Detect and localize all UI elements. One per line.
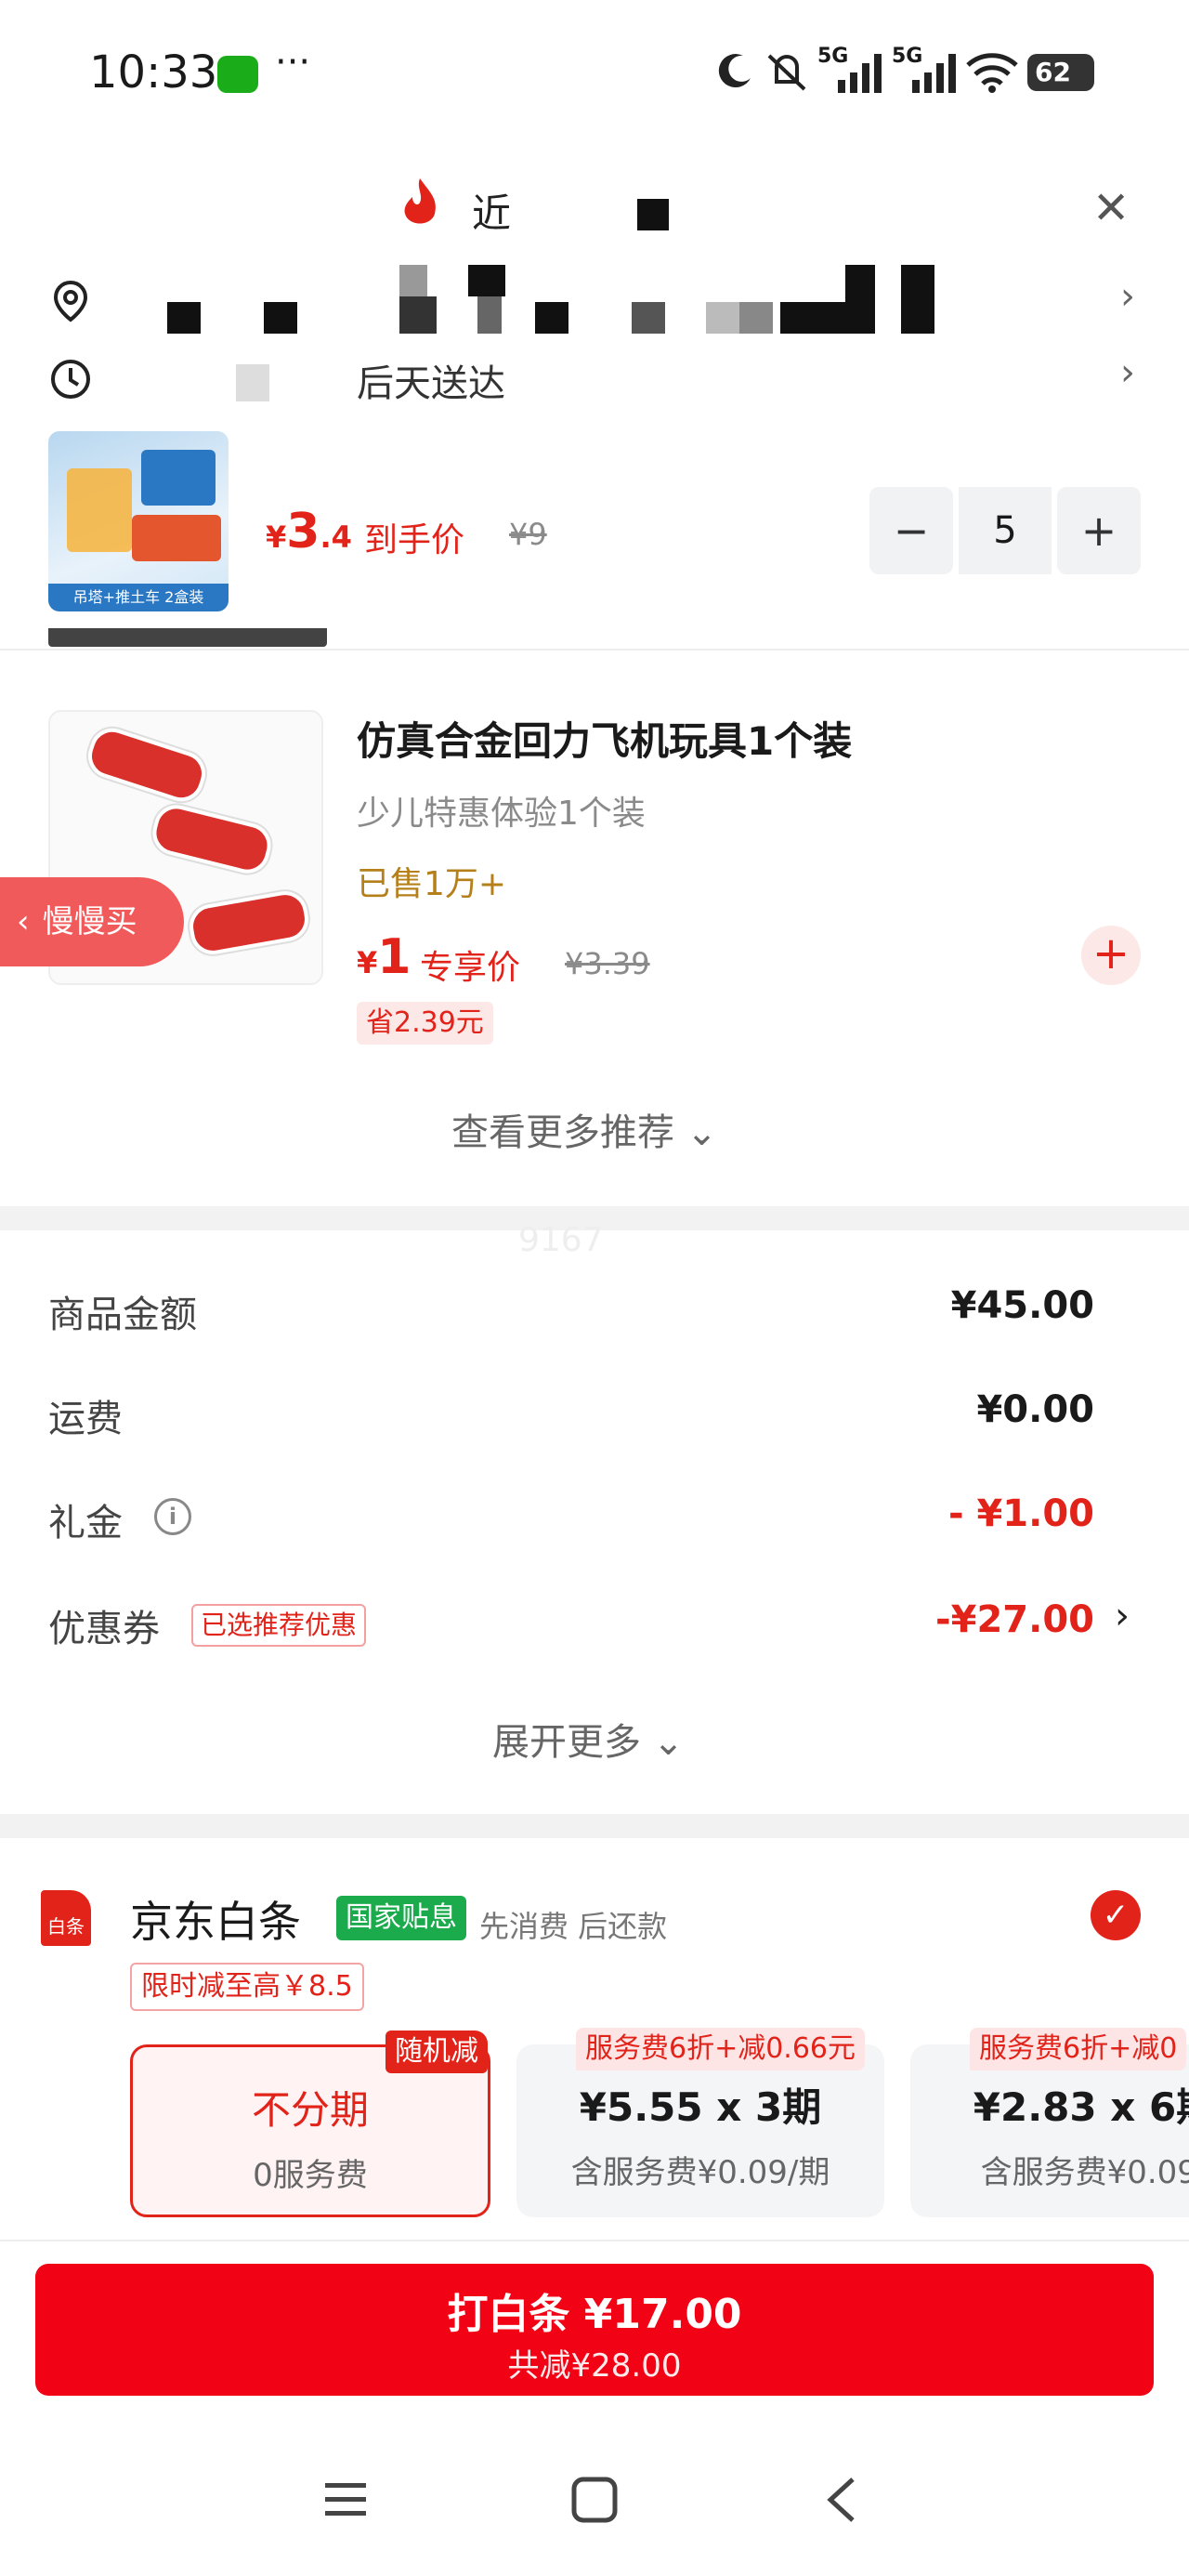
plan-main-text: ¥5.55 x 3期 [579,2084,822,2130]
plan-sub-text: 含服务费¥0.09/ [980,2154,1189,2191]
random-discount-tag: 随机减 [385,2031,488,2073]
cart-price: ¥3.4 [266,504,352,559]
watermark: 9167 [518,1221,604,1259]
plan-no-installment[interactable]: 随机减 不分期 0服务费 [130,2031,490,2217]
battery-indicator: 62 [1027,54,1094,91]
cart-price-label: 到手价 [364,521,465,559]
home-icon[interactable] [570,2476,619,2524]
recommend-price-symbol: ¥ [357,945,378,980]
info-icon[interactable]: i [154,1498,191,1535]
recommend-price-value: 1 [377,929,412,985]
chevron-down-icon: ⌄ [641,1721,685,1764]
location-pin-icon [53,280,88,322]
section-divider-2 [0,1814,1189,1838]
moon-icon [718,54,751,88]
plan-promo-tag: 服务费6折+减0 [970,2028,1187,2070]
menu-icon[interactable] [323,2479,368,2520]
goods-amount-value: ¥45.00 [950,1284,1094,1327]
see-more-label: 查看更多推荐 [451,1111,674,1154]
delivery-chevron-icon[interactable]: › [1120,351,1135,394]
cart-product-thumbnail[interactable]: 吊塔+推土车 2盒装 [48,431,229,611]
limited-discount-tag: 限时减至高￥8.5 [130,1963,364,2011]
cart-price-symbol: ¥ [266,519,287,555]
baitiao-logo-icon: 白条 [41,1890,91,1946]
delivery-text[interactable]: 后天送达 [357,353,505,407]
coupon-label: 优惠券 [48,1608,160,1650]
signal-icon [838,54,882,93]
slow-buy-label: 慢慢买 [42,903,137,940]
pay-button-label: 打白条 ¥17.00 [447,2291,742,2338]
decrease-button[interactable]: − [869,487,953,574]
close-icon[interactable]: ✕ [1092,182,1130,234]
address-title: 近 [472,191,512,236]
plan-sub-text: 0服务费 [253,2157,368,2194]
see-more-recommend-button[interactable]: 查看更多推荐 ⌄ [451,1102,717,1156]
baitiao-description: 先消费 后还款 [479,1909,668,1944]
recommend-price: ¥1 [357,929,411,985]
cart-product-caption: 吊塔+推土车 2盒装 [48,584,229,611]
chevron-down-icon: ⌄ [674,1111,718,1154]
chevron-left-icon: ‹ [17,903,30,940]
gift-money-label: 礼金 [48,1502,123,1544]
status-bar: 10:33 ··· 5G 5G 62 [0,0,1189,139]
bottom-divider [0,2240,1189,2241]
expand-more-button[interactable]: 展开更多 ⌄ [492,1712,684,1766]
plan-main-text: 不分期 [251,2087,369,2133]
clock-icon [51,360,90,399]
quantity-value[interactable]: 5 [959,487,1052,574]
slow-buy-tab[interactable]: ‹ 慢慢买 [0,877,184,966]
quantity-stepper: − 5 + [869,487,1141,574]
plan-clip: 服务费6折+减0 ¥2.83 x 6期 含服务费¥0.09/ [910,2026,1189,2221]
cart-original-price: ¥9 [509,517,547,552]
plan-promo-tag: 服务费6折+减0.66元 [576,2028,866,2070]
expand-more-label: 展开更多 [492,1721,641,1764]
add-to-cart-button[interactable]: + [1081,926,1141,985]
shipping-value: ¥0.00 [976,1388,1094,1431]
jd-flame-logo-icon [404,178,436,224]
recommend-original-price: ¥3.39 [565,946,650,981]
wifi-icon [966,53,1018,93]
address-redacted[interactable] [167,265,938,335]
delivery-redacted [236,364,269,401]
gift-money-value: - ¥1.00 [947,1492,1094,1535]
more-notifications-icon: ··· [275,41,311,84]
recommend-subtitle: 少儿特惠体验1个装 [357,795,646,833]
national-subsidy-badge: 国家贴息 [336,1896,466,1940]
coupon-value[interactable]: -¥27.00 [935,1598,1094,1641]
increase-button[interactable]: + [1057,487,1141,574]
recommend-title[interactable]: 仿真合金回力飞机玩具1个装 [357,710,852,767]
cart-price-int: 3 [286,504,320,559]
header-divider [0,649,1189,651]
goods-amount-label: 商品金额 [48,1294,197,1336]
recommend-price-label: 专享价 [420,949,521,987]
status-time: 10:33 [89,46,218,99]
recommend-heading-clipped [48,628,338,649]
baitiao-title: 京东白条 [130,1897,301,1947]
plan-sub-text: 含服务费¥0.09/期 [570,2154,830,2191]
recommend-sold-count: 已售1万+ [357,865,507,903]
plan-main-text: ¥2.83 x 6期 [973,2084,1189,2130]
shipping-label: 运费 [48,1398,123,1440]
cart-price-dec: .4 [320,519,352,555]
plan-6-installments[interactable]: 服务费6折+减0 ¥2.83 x 6期 含服务费¥0.09/ [910,2028,1189,2217]
redacted-block [637,199,669,230]
pay-discount-label: 共减¥28.00 [507,2347,682,2385]
coupon-recommended-tag: 已选推荐优惠 [191,1604,367,1647]
address-chevron-icon[interactable]: › [1120,275,1135,318]
coupon-chevron-icon[interactable]: › [1115,1595,1130,1637]
signal-icon-2 [912,54,956,93]
back-icon[interactable] [823,2476,860,2524]
baitiao-selected-check-icon[interactable]: ✓ [1091,1890,1141,1940]
mute-icon [767,54,806,91]
pay-with-baitiao-button[interactable]: 打白条 ¥17.00 共减¥28.00 [35,2264,1154,2396]
wechat-icon [217,56,258,93]
save-amount-badge: 省2.39元 [357,1002,493,1045]
plan-3-installments[interactable]: 服务费6折+减0.66元 ¥5.55 x 3期 含服务费¥0.09/期 [516,2028,884,2217]
